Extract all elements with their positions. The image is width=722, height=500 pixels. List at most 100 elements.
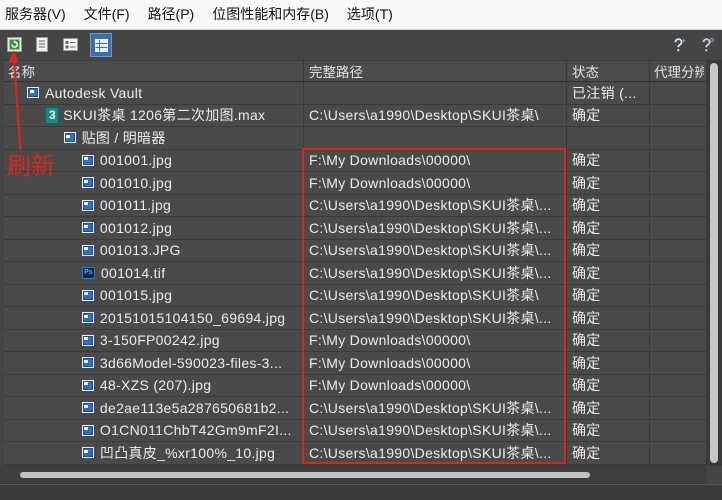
status-cell: 已注销 (... bbox=[567, 82, 650, 104]
status-cell: 确定 bbox=[567, 149, 650, 171]
table-row[interactable]: 贴图 / 明暗器 bbox=[4, 127, 706, 150]
full-path-cell: C:\Users\a1990\Desktop\SKUI茶桌\... bbox=[304, 217, 567, 239]
full-path-cell bbox=[304, 127, 567, 149]
table-row[interactable]: Autodesk Vault 已注销 (... bbox=[4, 82, 706, 105]
refresh-button[interactable] bbox=[7, 37, 22, 52]
table-row[interactable]: 3 SKUI茶桌 1206第二次加图.max C:\Users\a1990\Desk… bbox=[4, 104, 706, 127]
asset-name: Autodesk Vault bbox=[45, 84, 143, 101]
horizontal-scrollbar-thumb[interactable] bbox=[20, 472, 590, 478]
status-cell: 确定 bbox=[567, 172, 650, 194]
name-cell: de2ae113e5a287650681b2... bbox=[4, 397, 304, 419]
name-cell: 3d66Model-590023-files-3... bbox=[4, 352, 304, 374]
bitmap-icon bbox=[81, 447, 94, 459]
bitmap-icon bbox=[81, 402, 94, 414]
proxy-resolution-cell bbox=[650, 150, 704, 172]
status-cell: 确定 bbox=[567, 329, 650, 351]
full-path-cell: F:\My Downloads\00000\ bbox=[304, 149, 567, 171]
vault-icon bbox=[27, 87, 39, 99]
vertical-scrollbar-thumb[interactable] bbox=[710, 63, 718, 463]
icon-lettering: Ps bbox=[84, 269, 93, 277]
max-file-icon: 3 bbox=[45, 106, 60, 124]
horizontal-scrollbar[interactable] bbox=[0, 465, 706, 484]
list-view-button[interactable] bbox=[36, 37, 48, 52]
table-row[interactable]: 20151015104150_69694.jpg C:\Users\a1990\D… bbox=[4, 307, 706, 330]
vertical-scrollbar[interactable] bbox=[706, 60, 722, 466]
column-header-full-path[interactable]: 完整路径 bbox=[304, 61, 567, 81]
asset-name: O1CN011ChbT42Gm9mF2I... bbox=[99, 422, 292, 439]
full-path-cell bbox=[304, 82, 567, 104]
menu-server[interactable]: 服务器(V) bbox=[5, 4, 66, 24]
asset-name: 贴图 / 明暗器 bbox=[81, 129, 166, 146]
name-cell: Ps 001014.tif bbox=[4, 262, 304, 284]
name-cell: 001011.jpg bbox=[4, 194, 304, 216]
bitmap-icon bbox=[81, 244, 94, 256]
name-cell: 001015.jpg bbox=[4, 284, 304, 306]
menu-paths[interactable]: 路径(P) bbox=[148, 4, 195, 24]
table-row[interactable]: 001010.jpg F:\My Downloads\00000\ 确定 bbox=[4, 172, 706, 195]
name-cell: 凹凸真皮_%xr100%_10.jpg bbox=[4, 442, 304, 464]
name-cell: 贴图 / 明暗器 bbox=[4, 127, 304, 149]
table-row[interactable]: Ps 001014.tif C:\Users\a1990\Desktop\SKUI茶… bbox=[4, 262, 706, 285]
menu-options[interactable]: 选项(T) bbox=[347, 4, 393, 24]
asset-name: 001015.jpg bbox=[99, 287, 173, 304]
proxy-resolution-cell bbox=[650, 442, 704, 464]
bitmap-icon bbox=[81, 424, 94, 436]
table-row[interactable]: 001001.jpg F:\My Downloads\00000\ 确定 bbox=[4, 149, 706, 172]
status-cell: 确定 bbox=[567, 352, 650, 374]
bitmap-icon bbox=[81, 289, 94, 301]
help-icon bbox=[674, 38, 686, 52]
table-row[interactable]: O1CN011ChbT42Gm9mF2I... C:\Users\a1990\De… bbox=[4, 419, 706, 442]
proxy-resolution-cell bbox=[650, 217, 704, 239]
name-cell: 48-XZS (207).jpg bbox=[4, 374, 304, 396]
help-about-button[interactable] bbox=[699, 37, 715, 53]
proxy-resolution-cell bbox=[650, 240, 704, 262]
table-row[interactable]: 凹凸真皮_%xr100%_10.jpg C:\Users\a1990\Deskto… bbox=[4, 442, 706, 465]
table-row[interactable]: 001013.JPG C:\Users\a1990\Desktop\SKUI茶桌\… bbox=[4, 239, 706, 262]
full-path-cell: F:\My Downloads\00000\ bbox=[304, 329, 567, 351]
help-about-icon bbox=[702, 37, 714, 52]
proxy-resolution-cell bbox=[650, 285, 704, 307]
details-view-button[interactable] bbox=[63, 37, 78, 52]
table-row[interactable]: 001015.jpg C:\Users\a1990\Desktop\SKUI茶桌\… bbox=[4, 284, 706, 307]
asset-name: 3-150FP00242.jpg bbox=[99, 332, 220, 349]
full-path-cell: C:\Users\a1990\Desktop\SKUI茶桌\... bbox=[304, 397, 567, 419]
annotation-refresh-label: 刷新 bbox=[7, 152, 55, 180]
proxy-resolution-cell bbox=[650, 397, 704, 419]
column-header-proxy-resolution[interactable]: 代理分辨 bbox=[650, 61, 704, 81]
bitmap-icon bbox=[81, 222, 94, 234]
table-row[interactable]: 48-XZS (207).jpg F:\My Downloads\00000\ 确定 bbox=[4, 374, 706, 397]
asset-name: 20151015104150_69694.jpg bbox=[99, 309, 286, 326]
menu-file[interactable]: 文件(F) bbox=[84, 4, 130, 24]
name-cell: 3 SKUI茶桌 1206第二次加图.max bbox=[4, 104, 304, 126]
full-path-cell: C:\Users\a1990\Desktop\SKUI茶桌\... bbox=[304, 262, 567, 284]
column-header-status[interactable]: 状态 bbox=[567, 61, 650, 81]
table-view-button[interactable] bbox=[90, 33, 112, 57]
bitmap-icon bbox=[81, 357, 94, 369]
proxy-resolution-cell bbox=[650, 262, 704, 284]
asset-name: de2ae113e5a287650681b2... bbox=[99, 399, 290, 416]
proxy-resolution-cell bbox=[650, 172, 704, 194]
menu-bitmap-performance-memory[interactable]: 位图性能和内存(B) bbox=[212, 4, 329, 24]
name-cell: O1CN011ChbT42Gm9mF2I... bbox=[4, 419, 304, 441]
table-row[interactable]: de2ae113e5a287650681b2... C:\Users\a1990\… bbox=[4, 397, 706, 420]
status-strip bbox=[0, 484, 722, 500]
toolbar bbox=[0, 30, 722, 60]
proxy-resolution-cell bbox=[650, 105, 704, 127]
menu-bar: 服务器(V) 文件(F) 路径(P) 位图性能和内存(B) 选项(T) bbox=[0, 0, 722, 30]
proxy-resolution-cell bbox=[650, 420, 704, 442]
table-row[interactable]: 001012.jpg C:\Users\a1990\Desktop\SKUI茶桌\… bbox=[4, 217, 706, 240]
proxy-resolution-cell bbox=[650, 330, 704, 352]
status-cell: 确定 bbox=[567, 194, 650, 216]
asset-tree-table: Autodesk Vault 已注销 (... 3 SKUI茶桌 1206第二次加图.… bbox=[4, 82, 706, 465]
table-row[interactable]: 3-150FP00242.jpg F:\My Downloads\00000\ 确定 bbox=[4, 329, 706, 352]
full-path-cell: F:\My Downloads\00000\ bbox=[304, 352, 567, 374]
status-cell: 确定 bbox=[567, 419, 650, 441]
table-row[interactable]: 001011.jpg C:\Users\a1990\Desktop\SKUI茶桌\… bbox=[4, 194, 706, 217]
status-cell: 确定 bbox=[567, 284, 650, 306]
help-button[interactable] bbox=[671, 37, 687, 53]
table-row[interactable]: 3d66Model-590023-files-3... F:\My Downloa… bbox=[4, 352, 706, 375]
table-view-icon bbox=[94, 38, 108, 52]
status-cell: 确定 bbox=[567, 217, 650, 239]
column-header-name[interactable]: 名称 bbox=[4, 61, 304, 81]
status-cell bbox=[567, 127, 650, 149]
